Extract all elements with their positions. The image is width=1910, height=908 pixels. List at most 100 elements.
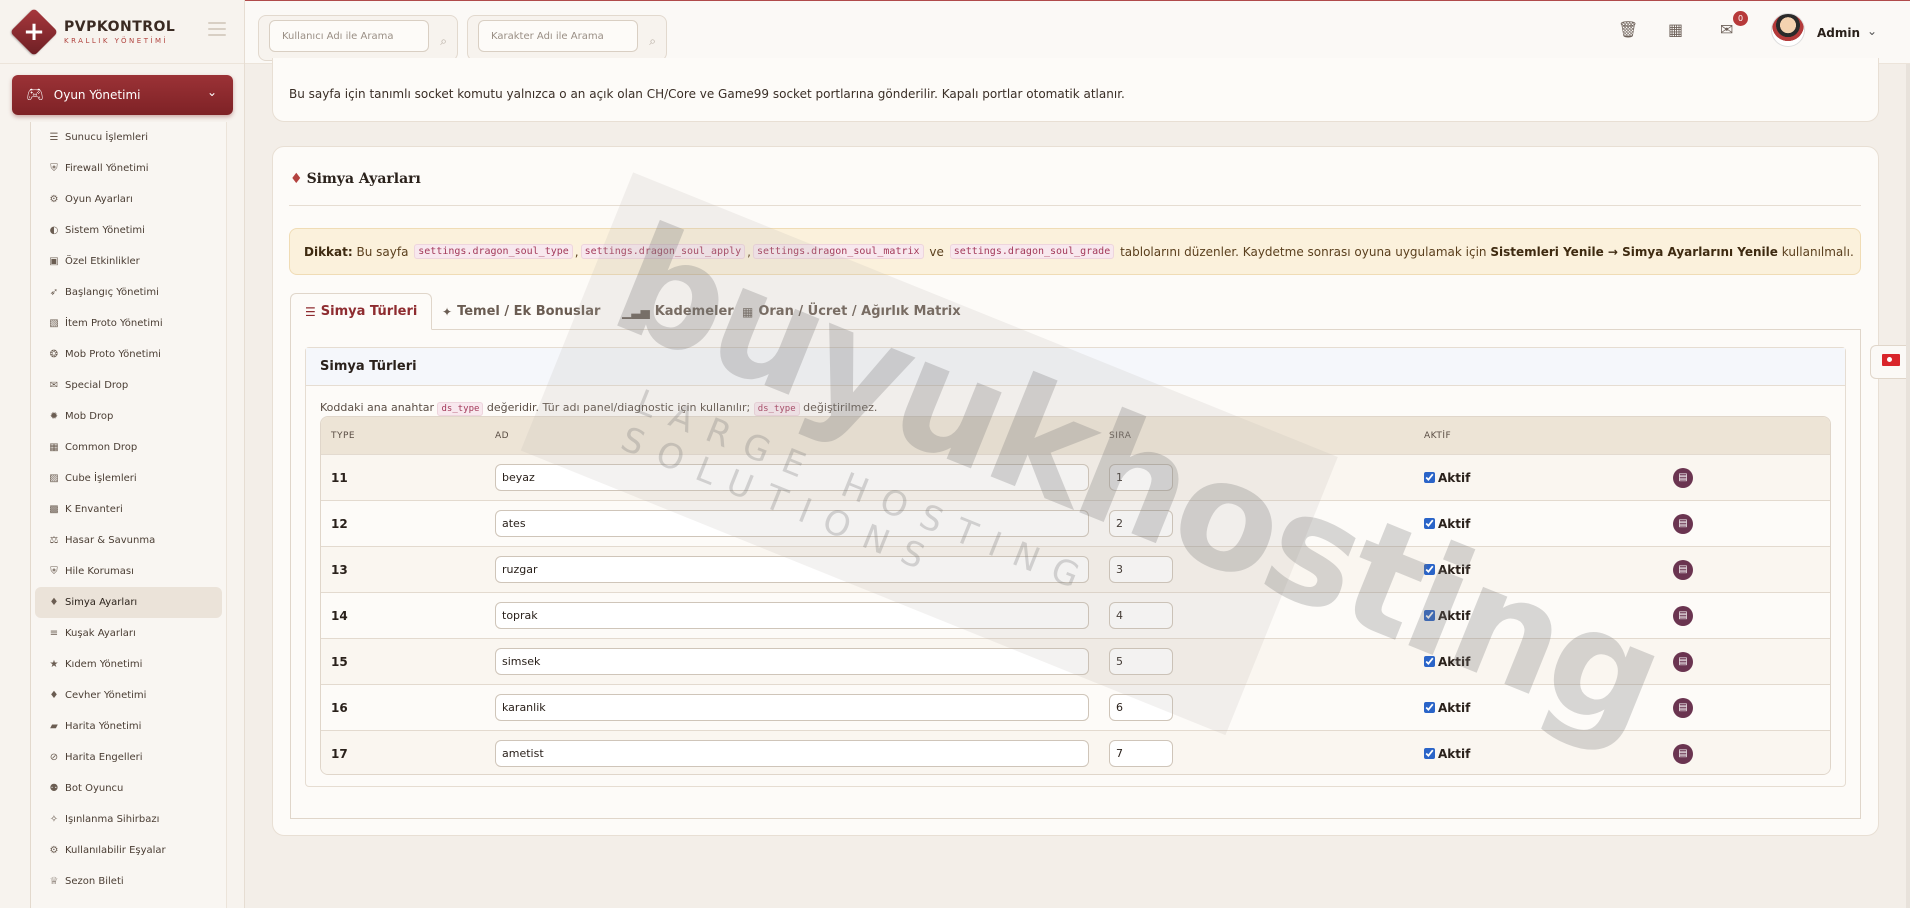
calendar-icon[interactable]: ▦ bbox=[1668, 20, 1683, 39]
sidebar-item-label: Harita Yönetimi bbox=[65, 721, 142, 732]
cogs-icon: ⚙ bbox=[49, 194, 59, 205]
order-input[interactable] bbox=[1109, 556, 1173, 583]
sidebar-item[interactable]: ▰ Harita Yönetimi bbox=[35, 711, 222, 742]
active-checkbox[interactable]: Aktif bbox=[1424, 609, 1470, 623]
sidebar-section-oyun-yonetimi[interactable]: 🎮︎ Oyun Yönetimi ⌄ bbox=[12, 75, 233, 115]
sidebar-item[interactable]: ◐ Sistem Yönetimi bbox=[35, 215, 222, 246]
order-input[interactable] bbox=[1109, 694, 1173, 721]
admin-name[interactable]: Admin bbox=[1817, 26, 1860, 40]
order-input[interactable] bbox=[1109, 510, 1173, 537]
sidebar-item[interactable]: ✧ Işınlanma Sihirbazı bbox=[35, 804, 222, 835]
order-input[interactable] bbox=[1109, 740, 1173, 767]
sidebar-item[interactable]: ⚖ Hasar & Savunma bbox=[35, 525, 222, 556]
save-icon[interactable]: ▤ bbox=[1673, 467, 1693, 488]
type-cell: 13 bbox=[331, 562, 348, 577]
name-input[interactable] bbox=[495, 556, 1089, 583]
name-input[interactable] bbox=[495, 510, 1089, 537]
active-checkbox[interactable]: Aktif bbox=[1424, 563, 1470, 577]
sidebar-item[interactable]: ≡ Kuşak Ayarları bbox=[35, 618, 222, 649]
name-input[interactable] bbox=[495, 694, 1089, 721]
sidebar-item[interactable]: ▦ Common Drop bbox=[35, 432, 222, 463]
sidebar-item[interactable]: ▩ K Envanteri bbox=[35, 494, 222, 525]
tab-simya-turleri[interactable]: ☰ Simya Türleri bbox=[290, 293, 433, 330]
shield-icon: ⛨ bbox=[50, 163, 58, 174]
gem-icon: ♦ bbox=[49, 690, 59, 701]
save-icon[interactable]: ▤ bbox=[1673, 697, 1693, 718]
search-icon[interactable]: ⌕ bbox=[649, 34, 656, 49]
active-checkbox[interactable]: Aktif bbox=[1424, 747, 1470, 761]
sidebar-item[interactable]: ⚙ Oyun Ayarları bbox=[35, 184, 222, 215]
name-input[interactable] bbox=[495, 464, 1089, 491]
active-checkbox-input[interactable] bbox=[1424, 702, 1435, 713]
active-checkbox-input[interactable] bbox=[1424, 610, 1435, 621]
active-checkbox-input[interactable] bbox=[1424, 472, 1435, 483]
table-row: 14 Aktif ▤ bbox=[321, 592, 1830, 638]
alert-label: Dikkat: bbox=[304, 244, 353, 259]
map-icon: ▰ bbox=[50, 721, 58, 732]
active-label: Aktif bbox=[1438, 562, 1471, 577]
character-search-box: ⌕ bbox=[467, 15, 667, 61]
sidebar-item[interactable]: ⚉ Bot Oyuncu bbox=[35, 773, 222, 804]
page-scrollbar[interactable] bbox=[1906, 64, 1910, 908]
active-checkbox[interactable]: Aktif bbox=[1424, 471, 1470, 485]
sidebar-item[interactable]: ⚙ Kullanılabilir Eşyalar bbox=[35, 835, 222, 866]
avatar[interactable] bbox=[1771, 13, 1805, 47]
save-icon[interactable]: ▤ bbox=[1673, 743, 1693, 764]
order-input[interactable] bbox=[1109, 464, 1173, 491]
name-input[interactable] bbox=[495, 602, 1089, 629]
active-checkbox[interactable]: Aktif bbox=[1424, 701, 1470, 715]
user-search-input[interactable] bbox=[269, 20, 429, 52]
save-icon[interactable]: ▤ bbox=[1673, 559, 1693, 580]
name-input[interactable] bbox=[495, 740, 1089, 767]
sidebar-item-label: Hile Koruması bbox=[65, 566, 134, 577]
name-input[interactable] bbox=[495, 648, 1089, 675]
trash-icon[interactable]: 🗑︎ bbox=[1618, 20, 1638, 39]
sidebar-item[interactable]: ♦ Simya Ayarları bbox=[35, 587, 222, 618]
sidebar-item[interactable]: ❂ Mob Proto Yönetimi bbox=[35, 339, 222, 370]
sidebar-item-label: Sunucu İşlemleri bbox=[65, 132, 149, 143]
save-icon[interactable]: ▤ bbox=[1673, 513, 1693, 534]
sidebar-item[interactable]: ✹ Mob Drop bbox=[35, 401, 222, 432]
active-checkbox-input[interactable] bbox=[1424, 564, 1435, 575]
sidebar-item[interactable]: ▣ Özel Etkinlikler bbox=[35, 246, 222, 277]
order-input[interactable] bbox=[1109, 602, 1173, 629]
menu-toggle-icon[interactable] bbox=[208, 22, 226, 36]
tab-temel-ek-bonuslar[interactable]: ✦ Temel / Ek Bonuslar bbox=[428, 293, 614, 330]
tab-oran-ucret-agirlik-matrix[interactable]: ▦ Oran / Ücret / Ağırlık Matrix bbox=[728, 293, 975, 330]
sidebar-item[interactable]: ♕ Sezon Bileti bbox=[35, 866, 222, 897]
language-flag-icon[interactable] bbox=[1870, 345, 1910, 379]
search-icon[interactable]: ⌕ bbox=[440, 34, 447, 49]
sidebar-item[interactable]: ⛨ Hile Koruması bbox=[35, 556, 222, 587]
alert-path: Sistemleri Yenile → Simya Ayarlarını Yen… bbox=[1490, 244, 1778, 259]
active-checkbox[interactable]: Aktif bbox=[1424, 517, 1470, 531]
character-search-input[interactable] bbox=[478, 20, 638, 52]
sidebar-item-label: Işınlanma Sihirbazı bbox=[65, 814, 160, 825]
divider bbox=[289, 205, 1861, 206]
mail-icon[interactable]: ✉ bbox=[1720, 20, 1733, 39]
sidebar-item[interactable]: ★ Kıdem Yönetimi bbox=[35, 649, 222, 680]
sidebar-item[interactable]: ✉ Special Drop bbox=[35, 370, 222, 401]
chevron-down-icon[interactable]: ⌄ bbox=[1867, 24, 1877, 38]
type-cell: 14 bbox=[331, 608, 348, 623]
sidebar-item[interactable]: ♦ Cevher Yönetimi bbox=[35, 680, 222, 711]
sidebar-item[interactable]: ▨ Cube İşlemleri bbox=[35, 463, 222, 494]
active-checkbox[interactable]: Aktif bbox=[1424, 655, 1470, 669]
sidebar-item[interactable]: ⛨ Firewall Yönetimi bbox=[35, 153, 222, 184]
active-checkbox-input[interactable] bbox=[1424, 748, 1435, 759]
sidebar-item[interactable]: ➶ Başlangıç Yönetimi bbox=[35, 277, 222, 308]
save-icon[interactable]: ▤ bbox=[1673, 651, 1693, 672]
order-input[interactable] bbox=[1109, 648, 1173, 675]
alert-text: ve bbox=[929, 244, 944, 259]
sidebar-item-label: Harita Engelleri bbox=[65, 752, 143, 763]
table-row: 13 Aktif ▤ bbox=[321, 546, 1830, 592]
gamepad-icon: 🎮︎ bbox=[26, 87, 44, 103]
sidebar-item[interactable]: ☰ Sunucu İşlemleri bbox=[35, 122, 222, 153]
active-checkbox-input[interactable] bbox=[1424, 518, 1435, 529]
sidebar-item-label: Özel Etkinlikler bbox=[65, 256, 140, 267]
warning-alert: Dikkat: Bu sayfa settings.dragon_soul_ty… bbox=[289, 228, 1861, 275]
save-icon[interactable]: ▤ bbox=[1673, 605, 1693, 626]
tab-kademeler[interactable]: ▁▃▅ Kademeler bbox=[608, 293, 748, 330]
sidebar-item[interactable]: ⊘ Harita Engelleri bbox=[35, 742, 222, 773]
active-checkbox-input[interactable] bbox=[1424, 656, 1435, 667]
sidebar-item[interactable]: ▧ İtem Proto Yönetimi bbox=[35, 308, 222, 339]
